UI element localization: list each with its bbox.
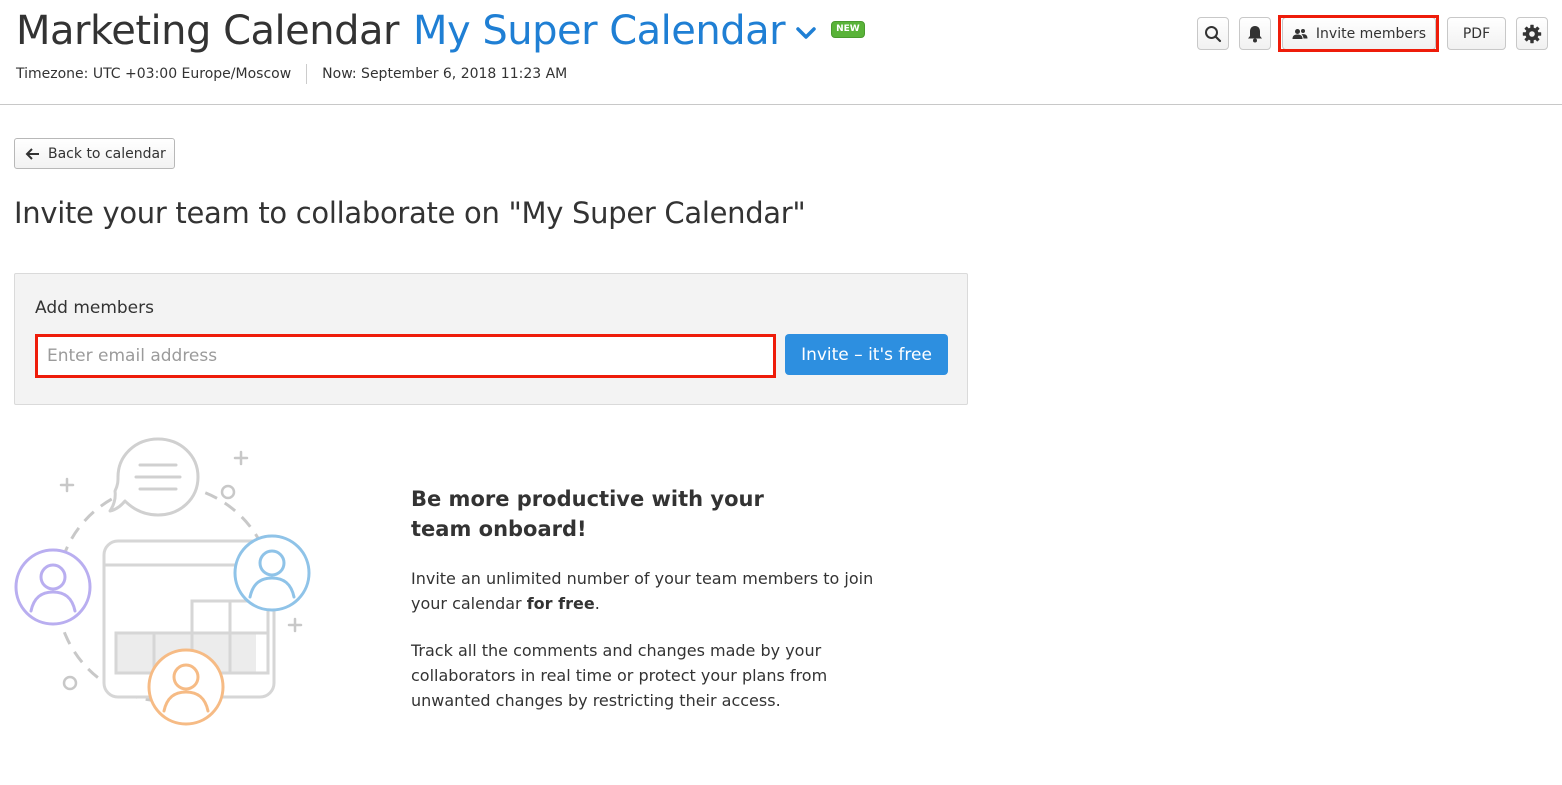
search-button[interactable] — [1197, 17, 1229, 50]
invite-members-highlight — [1278, 15, 1439, 52]
promo-paragraph-track: Track all the comments and changes made … — [411, 641, 828, 710]
promo-p1-end: . — [594, 594, 600, 613]
team-collaboration-illustration — [14, 437, 311, 726]
new-badge: NEW — [831, 20, 865, 38]
back-to-calendar-button[interactable]: Back to calendar — [14, 138, 175, 169]
promo-p1-bold: for free — [526, 594, 595, 613]
title-row: Marketing Calendar My Super Calendar NEW — [16, 8, 865, 54]
pdf-button[interactable]: PDF — [1447, 17, 1506, 50]
pdf-label: PDF — [1462, 25, 1491, 42]
back-to-calendar-label: Back to calendar — [48, 145, 166, 162]
timezone-text: Timezone: UTC +03:00 Europe/Moscow — [16, 66, 292, 82]
promo-paragraph-invite: Invite an unlimited number of your team … — [411, 566, 891, 616]
promo-section: Be more productive with your team onboar… — [411, 484, 911, 713]
settings-button[interactable] — [1516, 17, 1548, 50]
meta-row: Timezone: UTC +03:00 Europe/Moscow Now: … — [16, 64, 567, 84]
calendar-name-dropdown[interactable]: My Super Calendar — [413, 8, 786, 54]
page-title: Invite your team to collaborate on "My S… — [14, 196, 806, 230]
app-title: Marketing Calendar — [16, 8, 399, 54]
add-members-panel: Add members Invite – it's free — [14, 273, 968, 405]
invite-free-button[interactable]: Invite – it's free — [785, 334, 948, 375]
search-icon — [1205, 25, 1222, 42]
add-members-label: Add members — [35, 298, 154, 318]
promo-p1-text: Invite an unlimited number of your team … — [411, 569, 874, 613]
notifications-button[interactable] — [1239, 17, 1271, 50]
app-header: Marketing Calendar My Super Calendar NEW… — [0, 0, 1562, 105]
meta-divider — [306, 64, 308, 84]
promo-heading: Be more productive with your team onboar… — [411, 487, 764, 541]
arrow-left-icon — [25, 147, 39, 160]
gear-icon — [1522, 24, 1542, 43]
bell-icon — [1248, 25, 1262, 42]
email-input[interactable] — [35, 334, 776, 378]
now-text: Now: September 6, 2018 11:23 AM — [322, 66, 568, 82]
chevron-down-icon[interactable] — [795, 25, 817, 41]
